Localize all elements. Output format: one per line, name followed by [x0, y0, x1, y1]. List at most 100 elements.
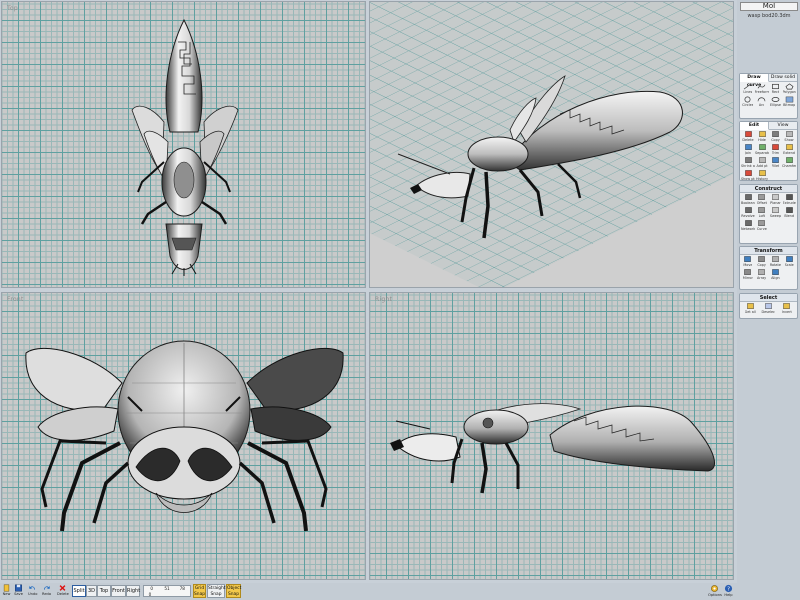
view-top-button[interactable]: Top — [97, 585, 111, 597]
construct-extrude-button[interactable]: Extrude — [782, 194, 796, 207]
show-pts-icon — [744, 170, 752, 176]
construct-item-label: Network — [741, 227, 755, 231]
transform-panel-title[interactable]: Transform — [740, 247, 797, 255]
draw-item-label: Rect — [771, 90, 780, 94]
transform-move-button[interactable]: Move — [741, 256, 755, 269]
undo-label: Undo — [28, 592, 38, 596]
options-button[interactable]: Options — [708, 584, 722, 599]
construct-loft-button[interactable]: Loft — [755, 207, 769, 220]
draw-item-label: Lines — [743, 90, 753, 94]
edit-item-label: Separate — [755, 151, 769, 155]
circles-icon — [744, 96, 751, 103]
options-label: Options — [708, 593, 722, 597]
construct-booleans-button[interactable]: Booleans — [741, 194, 755, 207]
delete-button[interactable]: Delete — [57, 584, 69, 599]
transform-rotate-button[interactable]: Rotate — [769, 256, 783, 269]
edit-show-pts-button[interactable]: Show pts — [741, 170, 755, 183]
redo-button[interactable]: Redo — [42, 584, 51, 599]
construct-blend-button[interactable]: Blend — [782, 207, 796, 220]
edit-separate-button[interactable]: Separate — [755, 144, 769, 157]
viewport-right[interactable]: Right — [369, 292, 734, 580]
mirror-icon — [744, 269, 752, 275]
viewport-top[interactable]: Top — [1, 1, 366, 288]
add-pt-icon — [758, 157, 766, 163]
freeform-icon — [757, 84, 766, 89]
bottom-toolbar: New Save Undo Redo Delete Split 3D Top F… — [0, 583, 737, 600]
edit-fillet-button[interactable]: Fillet — [769, 157, 782, 170]
transform-align-button[interactable]: Align — [769, 269, 783, 282]
viewport-front[interactable]: Front — [1, 292, 366, 580]
transform-copy-button[interactable]: Copy — [755, 256, 769, 269]
booleans-icon — [744, 194, 752, 200]
edit-shrink-all-button[interactable]: Shrink all — [741, 157, 755, 170]
draw-freeform-button[interactable]: Freeform — [755, 83, 769, 96]
edit-join-button[interactable]: Join — [741, 144, 755, 157]
edit-history-button[interactable]: History — [755, 170, 769, 183]
select-item-label: Invert — [781, 310, 792, 314]
view-right-button[interactable]: Right — [126, 585, 140, 597]
draw-circles-button[interactable]: Circles — [741, 96, 755, 109]
wasp-right-view — [390, 403, 716, 494]
help-button[interactable]: ? Help — [724, 584, 733, 599]
view-split-button[interactable]: Split — [72, 585, 86, 597]
object-snap-toggle[interactable]: Object Snap — [226, 584, 241, 598]
construct-curve-button[interactable]: Curve — [755, 220, 769, 233]
grid-snap-toggle[interactable]: Grid Snap — [193, 584, 206, 598]
polygon-icon — [785, 83, 794, 90]
draw-lines-button[interactable]: Lines — [741, 83, 755, 96]
construct-item-label: Blend — [784, 214, 794, 218]
trim-icon — [772, 144, 779, 150]
edit-item-label: History — [755, 177, 769, 181]
view-front-button[interactable]: Front — [111, 585, 126, 597]
revolve-icon — [744, 207, 752, 213]
tab-view[interactable]: View — [769, 122, 797, 130]
straight-snap-toggle[interactable]: Straight Snap — [207, 584, 226, 598]
construct-offset-button[interactable]: Offset — [755, 194, 769, 207]
transform-array-button[interactable]: Array — [755, 269, 769, 282]
edit-copy-button[interactable]: Copy — [769, 131, 782, 144]
edit-show-button[interactable]: Show — [782, 131, 796, 144]
moi-logo-button[interactable]: MoI — [740, 2, 798, 11]
select-item-label: Deselect all — [761, 310, 776, 314]
history-icon — [758, 170, 766, 176]
construct-network-button[interactable]: Network — [741, 220, 755, 233]
draw-polygon-button[interactable]: Polygon — [782, 83, 796, 96]
select-deselect-all-button[interactable]: Deselect all — [759, 303, 777, 316]
undo-button[interactable]: Undo — [28, 584, 37, 599]
edit-trim-button[interactable]: Trim — [769, 144, 782, 157]
tab-edit[interactable]: Edit — [740, 122, 769, 130]
transform-item-label: Rotate — [769, 263, 781, 267]
edit-extend-button[interactable]: Extend — [782, 144, 796, 157]
draw-rect-button[interactable]: Rect — [769, 83, 783, 96]
transform-mirror-button[interactable]: Mirror — [741, 269, 755, 282]
file-name-label: wasp bod20.3dm — [747, 13, 791, 19]
coordinate-input[interactable]: 0 51 78 0 — [143, 585, 191, 597]
construct-item-label: Planar — [770, 201, 781, 205]
draw-ellipse-button[interactable]: Ellipse — [769, 96, 783, 109]
view-3d-button[interactable]: 3D — [86, 585, 97, 597]
edit-hide-button[interactable]: Hide — [755, 131, 769, 144]
construct-planar-button[interactable]: Planar — [769, 194, 783, 207]
edit-item-label: Trim — [771, 151, 780, 155]
save-button[interactable]: Save — [14, 584, 23, 599]
select-get-all-button[interactable]: Get all — [741, 303, 759, 316]
construct-revolve-button[interactable]: Revolve — [741, 207, 755, 220]
coord-row2-value: 0 — [148, 591, 152, 597]
select-panel-title[interactable]: Select — [740, 294, 797, 302]
construct-sweep-button[interactable]: Sweep — [769, 207, 783, 220]
draw-arc-button[interactable]: Arc — [755, 96, 769, 109]
select-invert-button[interactable]: Invert — [778, 303, 796, 316]
viewport-3d[interactable]: 3D — [369, 1, 734, 288]
redo-icon — [44, 585, 50, 590]
transform-scale-button[interactable]: Scale — [782, 256, 796, 269]
new-button[interactable]: New — [2, 584, 11, 599]
tab-draw-curve[interactable]: Draw curve — [740, 74, 769, 88]
draw-bitmap-button[interactable]: Bitmap — [782, 96, 796, 109]
transform-item-label: Mirror — [742, 276, 753, 280]
tab-draw-solid[interactable]: Draw solid — [769, 74, 797, 82]
network-icon — [744, 220, 752, 226]
edit-delete-button[interactable]: Delete — [741, 131, 755, 144]
edit-chamfer-button[interactable]: Chamfer — [782, 157, 796, 170]
edit-add-pt-button[interactable]: Add pt — [755, 157, 769, 170]
construct-panel-title[interactable]: Construct — [740, 185, 797, 193]
